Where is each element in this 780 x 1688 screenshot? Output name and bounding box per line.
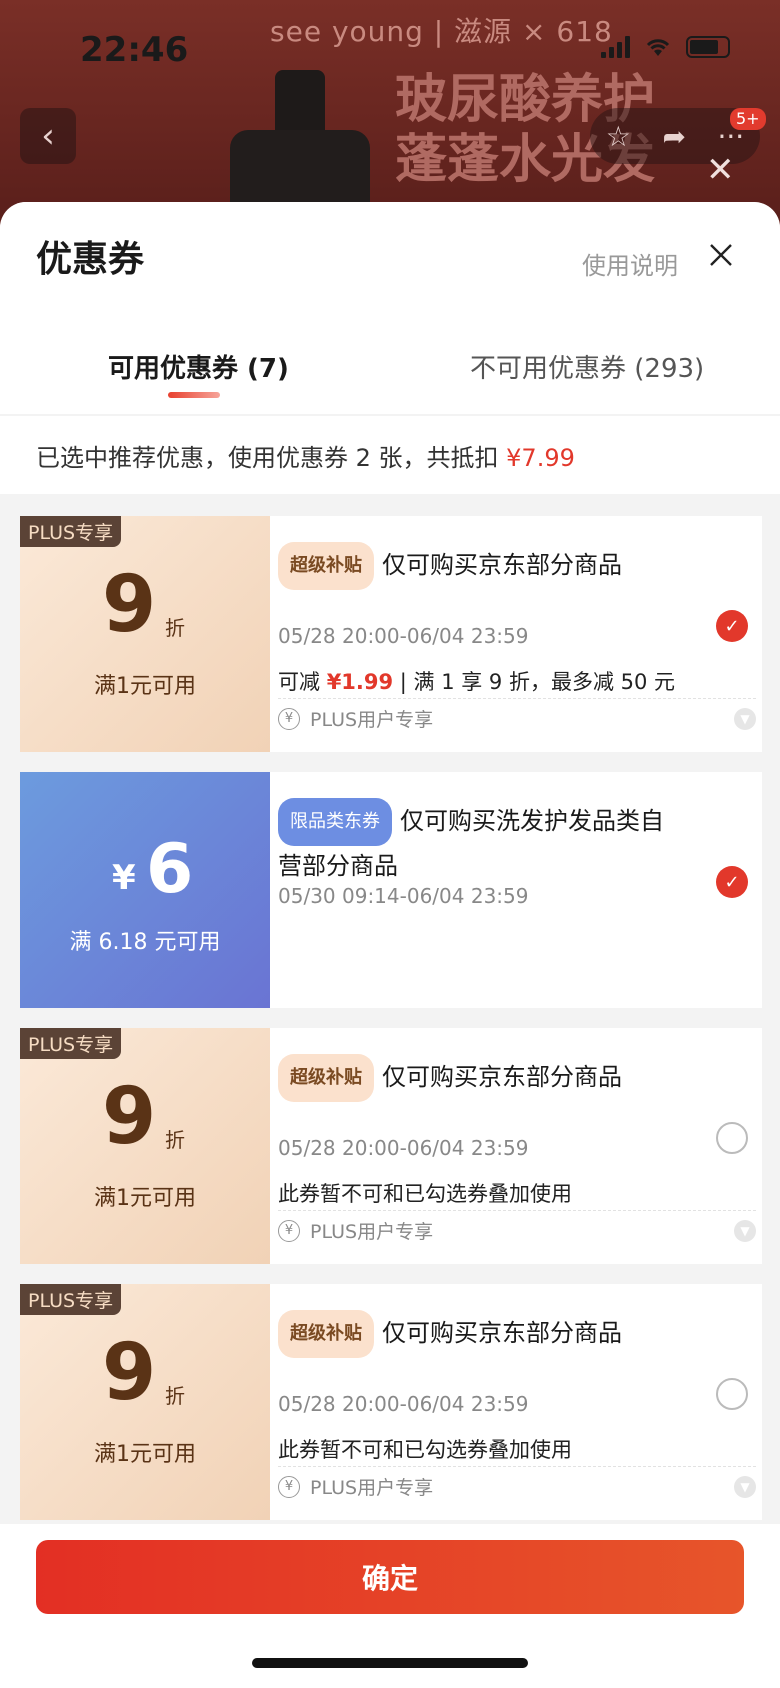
coupon-title: 限品类东券 仅可购买洗发护发品类自营部分商品 (278, 798, 668, 886)
cart-badge: 5+ (730, 108, 766, 130)
product-bottle-image (220, 70, 380, 220)
home-indicator (252, 1658, 528, 1668)
coupon-title: 超级补贴 仅可购买京东部分商品 (278, 1310, 668, 1358)
discount-value: 9 (102, 1328, 157, 1418)
summary-amount: ¥7.99 (506, 444, 575, 472)
coupon-savings: 可减 ¥1.99 | 满 1 享 9 折，最多减 50 元 (278, 666, 675, 696)
savings-label: 可减 (278, 670, 327, 694)
coupon-validity: 05/28 20:00-06/04 23:59 (278, 1136, 529, 1160)
wifi-icon (646, 39, 670, 56)
chevron-down-icon[interactable]: ▼ (734, 1475, 756, 1498)
status-icons (601, 36, 730, 58)
chevron-down-icon[interactable]: ▼ (734, 707, 756, 730)
coupon-checkbox[interactable] (716, 1122, 748, 1154)
coupon-title: 超级补贴 仅可购买京东部分商品 (278, 1054, 668, 1102)
coupon-validity: 05/30 09:14-06/04 23:59 (278, 884, 529, 908)
coupon-title-text: 仅可购买京东部分商品 (382, 551, 622, 579)
sheet-close-button[interactable] (708, 240, 734, 274)
discount-value: 9 (102, 560, 157, 650)
coupon-threshold: 满1元可用 (94, 1442, 196, 1467)
confirm-button[interactable]: 确定 (36, 1540, 744, 1614)
sheet-header: 优惠券 使用说明 可用优惠券 (7) 不可用优惠券 (293) (0, 202, 780, 414)
check-icon: ✓ (724, 615, 740, 637)
coupon-threshold: 满 6.18 元可用 (69, 930, 221, 955)
coupon-footer[interactable]: ¥ PLUS用户专享 ▼ (278, 1466, 756, 1506)
footer-text: PLUS用户专享 (310, 1221, 434, 1243)
bottom-action-bar: 确定 (0, 1524, 780, 1688)
coupon-tag: 超级补贴 (278, 1310, 374, 1358)
plus-exclusive-badge: PLUS专享 (20, 1028, 122, 1059)
discount-unit: 折 (165, 1128, 185, 1152)
coupon-stack-note: 此券暂不可和已勾选券叠加使用 (278, 1182, 572, 1206)
summary-prefix: 已选中推荐优惠，使用优惠券 2 张，共抵扣 (36, 444, 507, 472)
signal-icon (601, 36, 630, 58)
coupon-sheet: 优惠券 使用说明 可用优惠券 (7) 不可用优惠券 (293) 已选中推荐优惠，… (0, 202, 780, 1688)
coupon-value-panel: ¥ 6 满 6.18 元可用 (20, 772, 270, 1008)
coupon-footer[interactable]: ¥ PLUS用户专享 ▼ (278, 1210, 756, 1250)
plus-exclusive-badge: PLUS专享 (20, 1284, 122, 1315)
coupon-checkbox[interactable] (716, 1378, 748, 1410)
coupon-title: 超级补贴 仅可购买京东部分商品 (278, 542, 668, 590)
coupon-title-text: 仅可购买京东部分商品 (382, 1063, 622, 1091)
savings-amount: ¥1.99 (326, 670, 394, 694)
coupon-value-panel: PLUS专享 9 折 满1元可用 (20, 1028, 270, 1264)
plus-exclusive-badge: PLUS专享 (20, 516, 122, 547)
coupon-stack-note: 此券暂不可和已勾选券叠加使用 (278, 1438, 572, 1462)
share-icon[interactable]: ➦ (662, 120, 685, 153)
chevron-left-icon: ‹ (41, 116, 55, 156)
back-button[interactable]: ‹ (20, 108, 76, 164)
coupon-tag: 超级补贴 (278, 1054, 374, 1102)
footer-text: PLUS用户专享 (310, 1477, 434, 1499)
coupon-title-text: 仅可购买京东部分商品 (382, 1319, 622, 1347)
usage-help-link[interactable]: 使用说明 (582, 246, 678, 281)
coupon-validity: 05/28 20:00-06/04 23:59 (278, 624, 529, 648)
yen-circle-icon: ¥ (278, 1219, 300, 1242)
discount-value: 6 (146, 830, 194, 909)
chevron-down-icon[interactable]: ▼ (734, 1219, 756, 1242)
close-icon[interactable]: ✕ (706, 150, 735, 190)
yen-circle-icon: ¥ (278, 707, 300, 730)
summary-text: 已选中推荐优惠，使用优惠券 2 张，共抵扣 ¥7.99 (36, 438, 575, 473)
discount-unit: 折 (165, 1384, 185, 1408)
sheet-title: 优惠券 (36, 239, 145, 280)
active-tab-indicator (168, 392, 220, 398)
check-icon: ✓ (724, 871, 740, 893)
status-time: 22:46 (80, 30, 189, 70)
coupon-value-panel: PLUS专享 9 折 满1元可用 (20, 1284, 270, 1520)
yen-circle-icon: ¥ (278, 1475, 300, 1498)
coupon-value-panel: PLUS专享 9 折 满1元可用 (20, 516, 270, 752)
savings-rule: | 满 1 享 9 折，最多减 50 元 (393, 670, 676, 694)
battery-icon (686, 36, 730, 58)
coupon-tag: 超级补贴 (278, 542, 374, 590)
coupon-threshold: 满1元可用 (94, 674, 196, 699)
currency-symbol: ¥ (112, 858, 136, 898)
footer-text: PLUS用户专享 (310, 709, 434, 731)
selection-summary: 已选中推荐优惠，使用优惠券 2 张，共抵扣 ¥7.99 (0, 416, 780, 494)
tab-unavailable[interactable]: 不可用优惠券 (293) (470, 348, 704, 385)
discount-value: 9 (102, 1072, 157, 1162)
close-icon (710, 244, 732, 266)
tab-available[interactable]: 可用优惠券 (7) (108, 348, 289, 385)
coupon-checkbox[interactable]: ✓ (716, 610, 748, 642)
coupon-footer[interactable]: ¥ PLUS用户专享 ▼ (278, 698, 756, 738)
coupon-checkbox[interactable]: ✓ (716, 866, 748, 898)
brand-banner-text: see young | 滋源 × 618 (270, 15, 613, 48)
coupon-tag: 限品类东券 (278, 798, 392, 846)
coupon-threshold: 满1元可用 (94, 1186, 196, 1211)
discount-unit: 折 (165, 616, 185, 640)
coupon-validity: 05/28 20:00-06/04 23:59 (278, 1392, 529, 1416)
star-icon[interactable]: ☆ (606, 120, 631, 153)
